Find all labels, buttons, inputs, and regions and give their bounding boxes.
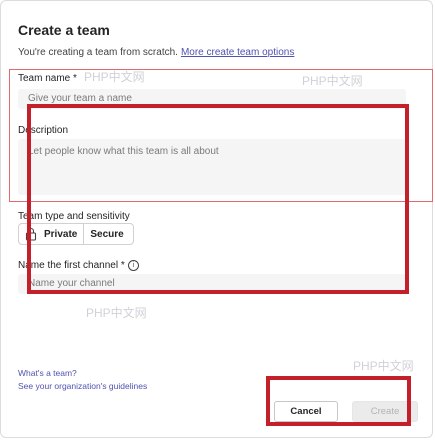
watermark: PHP中文网	[302, 74, 363, 88]
subtitle-text: You're creating a team from scratch.	[18, 47, 178, 58]
watermark: PHP中文网	[84, 70, 145, 84]
privacy-value: Private	[44, 228, 78, 240]
dialog-title: Create a team	[18, 22, 110, 38]
whats-a-team-link[interactable]: What's a team?	[18, 368, 77, 378]
description-textarea[interactable]: Let people know what this team is all ab…	[18, 139, 406, 195]
type-divider	[83, 223, 85, 245]
cancel-button[interactable]: Cancel	[274, 401, 338, 422]
description-label: Description	[18, 125, 69, 136]
info-icon[interactable]: i	[127, 260, 139, 271]
team-type-selector[interactable]: Private Secure	[18, 223, 134, 245]
team-name-label: Team name *	[18, 73, 77, 84]
watermark: PHP中文网	[353, 359, 414, 373]
watermark: PHP中文网	[86, 306, 147, 320]
lock-icon	[25, 227, 37, 241]
channel-name-input[interactable]: Name your channel	[18, 274, 406, 294]
team-type-label: Team type and sensitivity	[18, 211, 130, 222]
channel-label: Name the first channel * i	[18, 260, 139, 271]
team-name-input[interactable]: Give your team a name	[18, 89, 406, 109]
sensitivity-value: Secure	[90, 228, 124, 240]
guidelines-link[interactable]: See your organization's guidelines	[18, 381, 147, 391]
create-button[interactable]: Create	[352, 401, 418, 422]
more-options-link[interactable]: More create team options	[181, 47, 294, 58]
channel-label-text: Name the first channel *	[18, 260, 125, 272]
dialog-subtitle: You're creating a team from scratch. More…	[18, 47, 294, 58]
